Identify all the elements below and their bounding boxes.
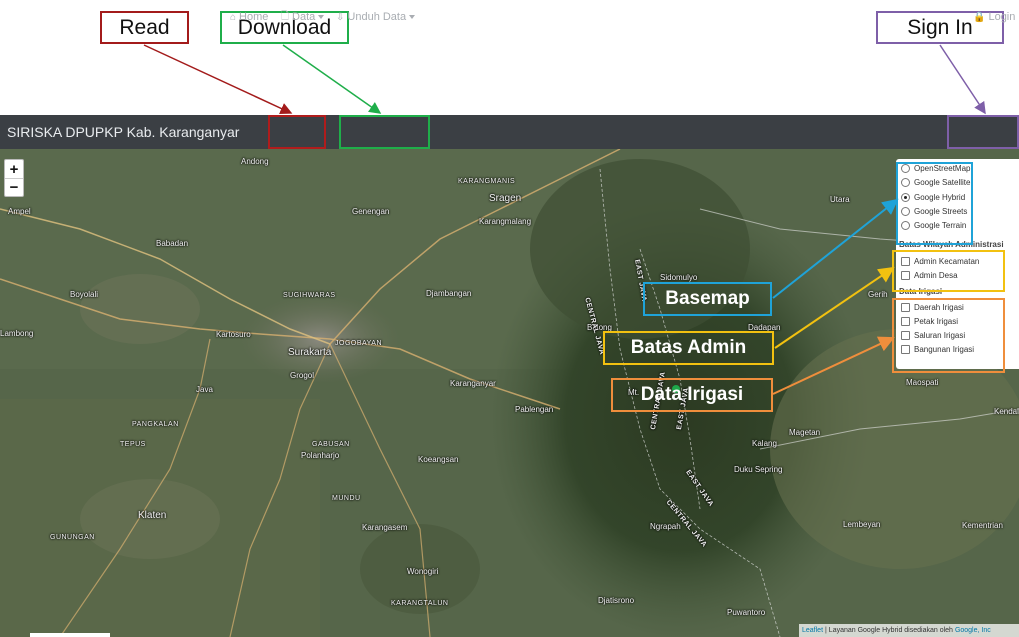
place-label: Koeangsan [418, 455, 459, 464]
download-highlight [339, 115, 430, 149]
basemap-annotation-label: Basemap [665, 288, 750, 309]
navbar: SIRISKA DPUPKP Kab. Karanganyar [0, 115, 1019, 149]
place-label: SUGIHWARAS [283, 292, 336, 299]
zoom-out-button[interactable]: − [5, 178, 23, 196]
place-label: Surakarta [288, 347, 332, 358]
nav-unduh-dropdown[interactable]: ⇩ Unduh Data [336, 0, 416, 34]
signin-callout-label: Sign In [907, 15, 973, 39]
place-label: Andong [241, 157, 269, 166]
place-label: Ampel [8, 207, 31, 216]
place-label: Ngrapah [650, 522, 681, 531]
download-arrow [282, 44, 382, 114]
place-label: Babadan [156, 239, 189, 248]
place-label: Genengan [352, 207, 390, 216]
file-icon: 🗋 [281, 10, 290, 22]
read-callout: Read [100, 11, 189, 44]
place-label: Maospati [906, 378, 939, 387]
download-icon: ⇩ [336, 11, 345, 23]
signin-arrow [939, 44, 986, 115]
place-label: MUNDU [332, 495, 361, 502]
place-label: Karanganyar [450, 379, 496, 388]
place-label: Utara [830, 195, 850, 204]
place-label: Kendal [994, 407, 1019, 416]
place-label: Polanharjo [301, 451, 340, 460]
place-label: Gerih [868, 290, 888, 299]
read-arrow [143, 44, 293, 115]
data-irigasi-annotation-label: Data Irigasi [640, 384, 744, 405]
data-irigasi-highlight [892, 298, 1005, 373]
place-label: Magetan [789, 428, 821, 437]
place-label: Lambong [0, 329, 34, 338]
screenshot: Read Download Sign In SIRISKA DPUPKP Kab… [0, 0, 1019, 637]
map-view[interactable]: Andong KARANGMANIS Sragen Karangmalang G… [0, 149, 1019, 637]
place-label: JOGOBAYAN [335, 340, 383, 347]
place-label: Pablengan [515, 405, 554, 414]
nav-login[interactable]: 🔒 Login [973, 0, 1015, 34]
place-label: Wonogiri [407, 567, 439, 576]
place-label: Sidomulyo [660, 273, 698, 282]
lock-icon: 🔒 [973, 11, 986, 23]
leaflet-link[interactable]: Leaflet [802, 627, 823, 634]
data-irigasi-annotation: Data Irigasi [611, 378, 773, 412]
batas-admin-highlight [892, 250, 1005, 292]
nav-unduh-label: Unduh Data [347, 11, 407, 23]
map-attribution: Leaflet | Layanan Google Hybrid disediak… [799, 624, 1019, 637]
place-label: Boyolali [70, 290, 99, 299]
caret-down-icon [318, 15, 325, 19]
read-callout-label: Read [119, 15, 170, 39]
nav-data-dropdown[interactable]: 🗋 Data [281, 0, 325, 34]
home-icon: ⌂ [230, 11, 237, 23]
google-link[interactable]: Google, Inc [955, 627, 991, 634]
nav-data-label: Data [292, 11, 316, 23]
place-label: Duku Sepring [734, 465, 783, 474]
zoom-control: + − [4, 159, 24, 197]
place-label: Kalang [752, 439, 777, 448]
attribution-text: | Layanan Google Hybrid disediakan oleh [825, 627, 953, 634]
place-label: Djambangan [426, 289, 472, 298]
place-label: PANGKALAN [132, 421, 179, 428]
place-label: Lembeyan [843, 520, 881, 529]
brand-title[interactable]: SIRISKA DPUPKP Kab. Karanganyar [7, 124, 239, 140]
place-label: Karangmalang [479, 217, 532, 226]
batas-admin-annotation: Batas Admin [603, 331, 774, 365]
zoom-in-button[interactable]: + [5, 160, 23, 178]
place-label: TEPUS [120, 441, 146, 448]
place-label: Djatisrono [598, 596, 635, 605]
nav-home[interactable]: ⌂ Home [230, 0, 268, 34]
place-label: Java [196, 385, 213, 394]
nav-login-label: Login [988, 11, 1016, 23]
place-label: Kartosuro [216, 330, 251, 339]
read-highlight [268, 115, 326, 149]
signin-highlight [947, 115, 1019, 149]
place-label: GUNUNGAN [50, 534, 95, 541]
caret-down-icon [409, 15, 416, 19]
place-label: Grogol [290, 371, 315, 380]
basemap-highlight [896, 162, 973, 245]
place-label: KARANGTALUN [391, 600, 449, 607]
place-label: GABUSAN [312, 441, 350, 448]
place-label: Puwantoro [727, 608, 766, 617]
scale-bar [30, 633, 110, 637]
batas-admin-annotation-label: Batas Admin [630, 337, 747, 358]
place-label: Karangasem [362, 523, 408, 532]
place-label: Kementrian [962, 521, 1003, 530]
nav-home-label: Home [239, 11, 269, 23]
basemap-annotation: Basemap [643, 282, 772, 316]
place-label: Klaten [138, 510, 167, 521]
place-label: Sragen [489, 193, 522, 204]
place-label: KARANGMANIS [458, 178, 516, 185]
